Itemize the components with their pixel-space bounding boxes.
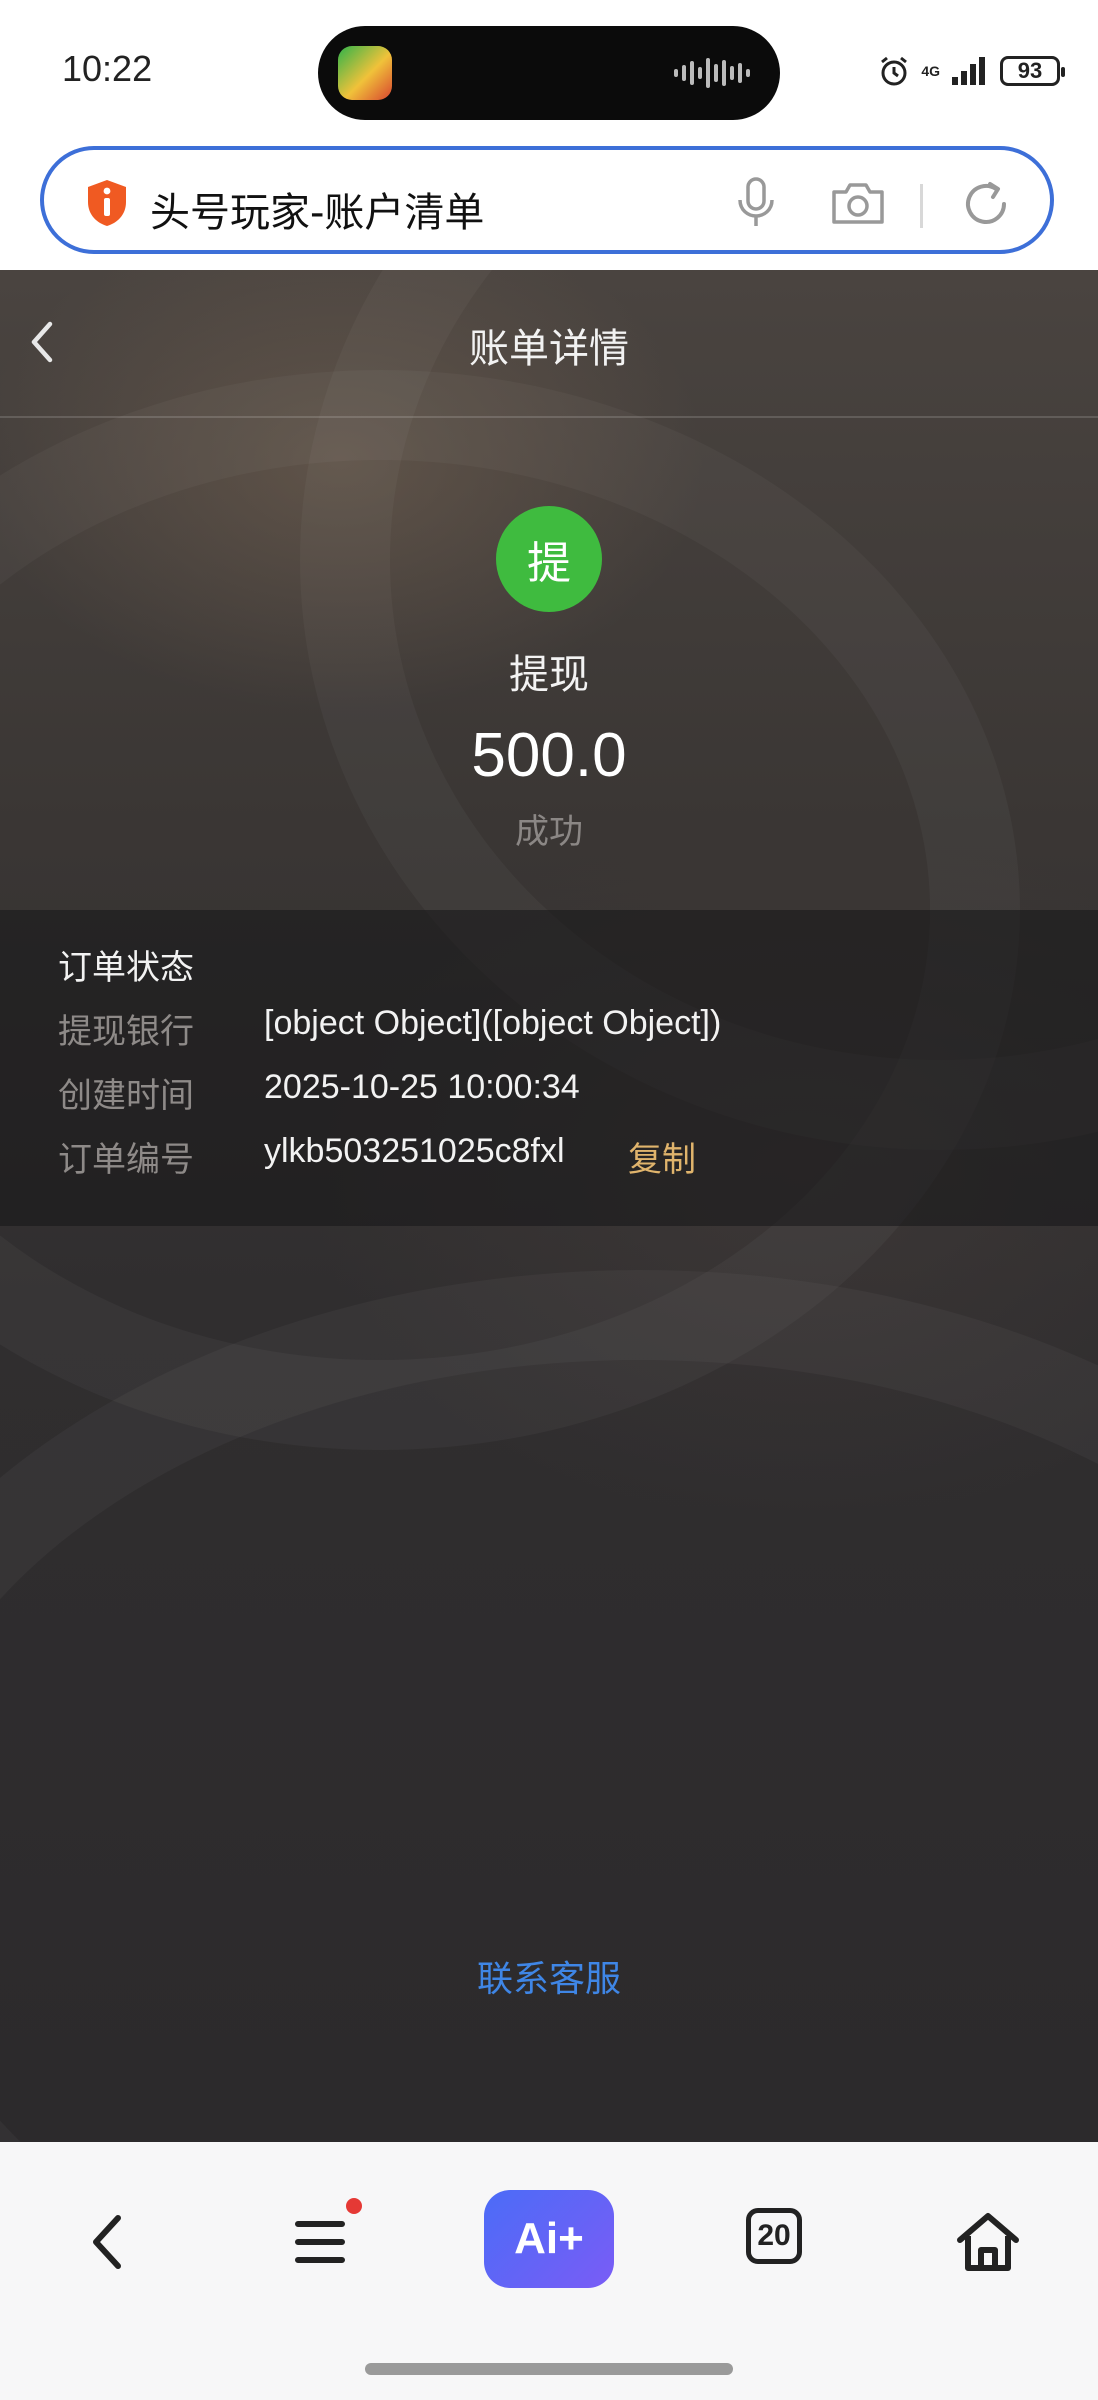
- page-title: 账单详情: [469, 326, 629, 372]
- transaction-amount: 500.0: [471, 721, 627, 790]
- security-warning-icon: [88, 180, 126, 226]
- dynamic-island: [318, 26, 780, 120]
- game-app-icon: [338, 46, 392, 100]
- browser-bottom-bar: Ai+ 20: [0, 2142, 1098, 2400]
- battery-level: 93: [1017, 58, 1043, 83]
- signal-icon: [952, 57, 985, 85]
- back-icon[interactable]: [70, 2202, 150, 2282]
- toolbar-divider: [920, 184, 923, 228]
- reload-icon[interactable]: [960, 178, 1012, 230]
- transaction-type: 提现: [509, 652, 589, 698]
- battery-icon: 93: [1000, 56, 1065, 86]
- order-number-label: 订单编号: [58, 1140, 194, 1180]
- alarm-icon: [881, 56, 908, 86]
- order-info-panel: 订单状态 提现银行 [object Object]([object Object…: [0, 910, 1098, 1226]
- contact-support-link[interactable]: 联系客服: [0, 1950, 1098, 2002]
- bank-value: [object Object]([object Object]): [264, 1004, 722, 1042]
- ai-assistant-button[interactable]: Ai+: [484, 2190, 614, 2288]
- background-swirl: [0, 1270, 1098, 2142]
- network-type: 4G: [921, 63, 940, 79]
- audio-wave-icon: [674, 58, 750, 88]
- created-time-label: 创建时间: [58, 1076, 194, 1116]
- status-icons: 4G 93: [877, 54, 1065, 88]
- page-title-text[interactable]: 头号玩家-账户清单: [150, 180, 484, 238]
- status-bar: 10:22 4G 93: [0, 0, 1098, 140]
- address-bar[interactable]: 头号玩家-账户清单: [40, 146, 1054, 254]
- section-title: 订单状态: [58, 948, 194, 988]
- transaction-type-badge: 提: [496, 506, 602, 612]
- clock: 10:22: [62, 48, 153, 89]
- transaction-status: 成功: [515, 812, 583, 852]
- copy-order-button[interactable]: 复制: [628, 1132, 696, 1181]
- page-header: 账单详情: [0, 270, 1098, 418]
- home-indicator[interactable]: [365, 2363, 733, 2375]
- created-time-value: 2025-10-25 10:00:34: [264, 1068, 580, 1106]
- home-icon[interactable]: [948, 2202, 1028, 2282]
- bank-label: 提现银行: [58, 1012, 194, 1052]
- camera-icon[interactable]: [830, 180, 886, 226]
- tabs-button[interactable]: 20: [746, 2208, 802, 2264]
- notification-dot: [346, 2198, 362, 2214]
- microphone-icon[interactable]: [734, 176, 778, 230]
- bill-detail-page: 账单详情 提 提现 500.0 成功 订单状态 提现银行 [object Obj…: [0, 270, 1098, 2142]
- menu-icon[interactable]: [280, 2202, 360, 2282]
- browser-toolbar: 头号玩家-账户清单: [0, 140, 1098, 270]
- order-number-value: ylkb503251025c8fxl: [264, 1132, 565, 1170]
